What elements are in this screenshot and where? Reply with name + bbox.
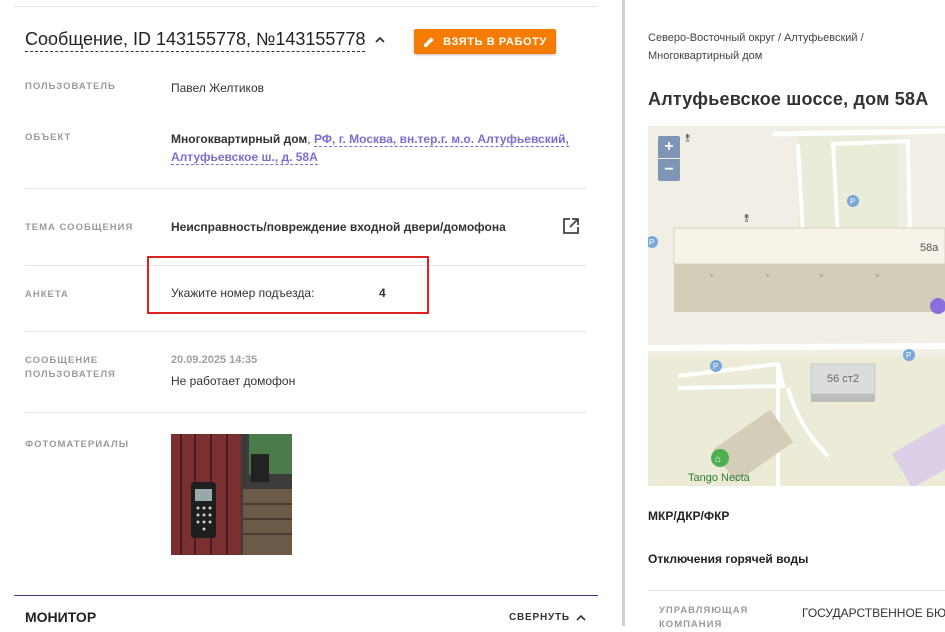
collapse-label: СВЕРНУТЬ bbox=[509, 612, 570, 623]
entrance-icon: ⥉ bbox=[744, 213, 749, 225]
monitor-title: МОНИТОР bbox=[25, 609, 97, 625]
survey-label: АНКЕТА bbox=[25, 289, 69, 300]
message-header: Сообщение, ID 143155778, №143155778 bbox=[25, 28, 387, 52]
building-address: Алтуфьевское шоссе, дом 58А bbox=[648, 89, 929, 109]
take-to-work-button[interactable]: ВЗЯТЬ В РАБОТУ bbox=[414, 29, 556, 54]
separator bbox=[648, 590, 945, 591]
entrance-icon: ⥉ bbox=[685, 133, 690, 145]
take-to-work-label: ВЗЯТЬ В РАБОТУ bbox=[443, 35, 547, 48]
message-panel: Сообщение, ID 143155778, №143155778 ВЗЯТ… bbox=[0, 0, 620, 626]
object-type: Многоквартирный дом bbox=[171, 132, 308, 146]
separator bbox=[25, 331, 586, 332]
svg-text:⌂: ⌂ bbox=[715, 454, 721, 465]
parking-icon: P bbox=[713, 362, 718, 371]
zoom-out-button[interactable]: − bbox=[658, 159, 680, 181]
chevron-up-icon bbox=[576, 614, 586, 621]
user-message-label-line2: ПОЛЬЗОВАТЕЛЯ bbox=[25, 369, 116, 380]
user-message-label: СООБЩЕНИЕ ПОЛЬЗОВАТЕЛЯ bbox=[25, 354, 116, 382]
object-comma: , bbox=[307, 132, 314, 146]
parking-icon: P bbox=[906, 351, 911, 360]
user-message-date: 20.09.2025 14:35 bbox=[171, 354, 258, 366]
breadcrumb-line1: Северо-Восточный округ / Алтуфьевский / bbox=[648, 32, 864, 44]
breadcrumb-line2: Многоквартирный дом bbox=[648, 50, 763, 62]
external-link-icon[interactable] bbox=[562, 217, 580, 235]
topic-label: ТЕМА СООБЩЕНИЯ bbox=[25, 222, 134, 233]
user-message-label-line1: СООБЩЕНИЕ bbox=[25, 355, 99, 366]
parking-icon: P bbox=[649, 238, 654, 247]
management-company-label-line1: УПРАВЛЯЮЩАЯ bbox=[659, 605, 749, 616]
management-company-value: ГОСУДАРСТВЕННОЕ БЮДЖ bbox=[802, 606, 945, 620]
chevron-up-icon[interactable] bbox=[373, 33, 387, 47]
map-zoom-controls: + − bbox=[658, 136, 680, 181]
survey-question: Укажите номер подъезда: bbox=[171, 286, 315, 300]
management-company-label-line2: КОМПАНИЯ bbox=[659, 619, 723, 630]
map-label-56: 56 ст2 bbox=[827, 373, 859, 385]
collapse-button[interactable]: СВЕРНУТЬ bbox=[509, 612, 587, 623]
pencil-icon bbox=[424, 37, 434, 47]
mkr-section-title[interactable]: МКР/ДКР/ФКР bbox=[648, 509, 729, 523]
map-label-tango: Tango Necta bbox=[688, 472, 751, 484]
separator bbox=[25, 412, 586, 413]
object-value: Многоквартирный дом, РФ, г. Москва, вн.т… bbox=[171, 130, 581, 166]
survey-answer: 4 bbox=[379, 286, 386, 300]
panel-splitter[interactable] bbox=[622, 0, 625, 626]
object-label: ОБЪЕКТ bbox=[25, 132, 72, 143]
monitor-divider bbox=[14, 595, 598, 596]
object-address-link[interactable]: РФ, г. Москва, вн.тер.г. м.о. Алтуфьевск… bbox=[313, 132, 569, 147]
map-label-58a: 58а bbox=[920, 242, 939, 254]
parking-icon: P bbox=[850, 197, 855, 206]
hot-water-section-title[interactable]: Отключения горячей воды bbox=[648, 552, 808, 566]
map-canvas[interactable]: 58а 56 ст2 P P P P ⥉ ⥉ ⌂ Tango Necta bbox=[648, 126, 945, 486]
photo-thumbnail[interactable] bbox=[171, 434, 292, 555]
topic-value: Неисправность/повреждение входной двери/… bbox=[171, 220, 506, 234]
management-company-label: УПРАВЛЯЮЩАЯ КОМПАНИЯ bbox=[659, 604, 769, 632]
user-value: Павел Желтиков bbox=[171, 81, 264, 95]
object-address-link-2[interactable]: Алтуфьевское ш., д. 58А bbox=[171, 150, 318, 165]
separator bbox=[25, 188, 586, 189]
user-message-text: Не работает домофон bbox=[171, 374, 296, 388]
breadcrumb: Северо-Восточный округ / Алтуфьевский / … bbox=[648, 29, 918, 65]
user-label: ПОЛЬЗОВАТЕЛЬ bbox=[25, 81, 116, 92]
survey-highlight-box bbox=[147, 256, 429, 314]
message-title[interactable]: Сообщение, ID 143155778, №143155778 bbox=[25, 28, 366, 52]
map[interactable]: 58а 56 ст2 P P P P ⥉ ⥉ ⌂ Tango Necta + − bbox=[648, 126, 945, 486]
zoom-in-button[interactable]: + bbox=[658, 136, 680, 158]
photos-label: ФОТОМАТЕРИАЛЫ bbox=[25, 439, 130, 450]
